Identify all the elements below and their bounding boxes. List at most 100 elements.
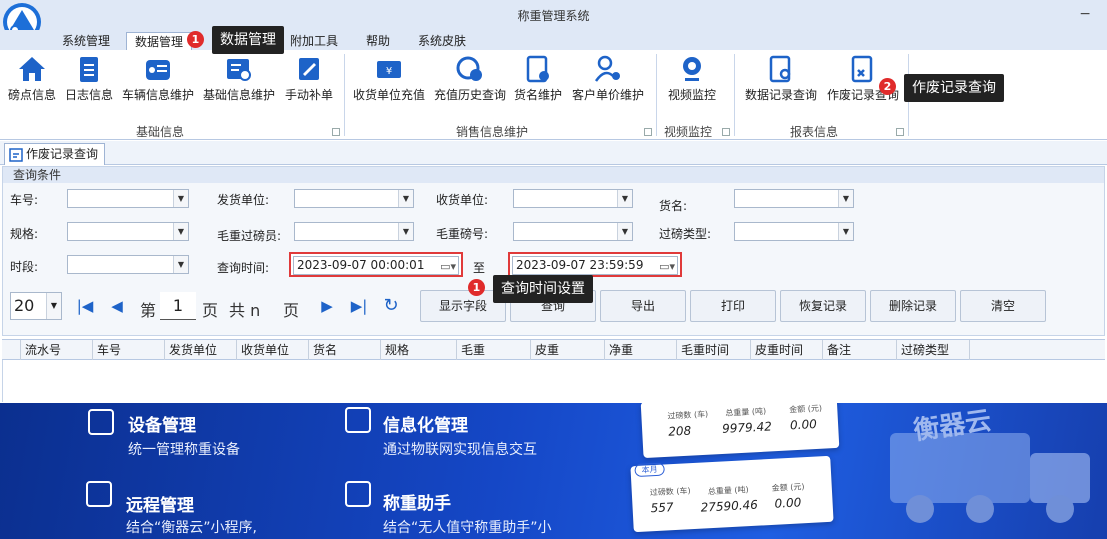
end-time-picker[interactable]: 2023-09-07 23:59:59 ▭▾ [512,256,678,275]
menu-tab-help[interactable]: 帮助 [358,32,398,50]
weigh-type-select[interactable]: ▼ [734,222,854,241]
column-header[interactable]: 毛重时间 [676,340,750,360]
chevron-down-icon: ▼ [617,223,632,240]
goods-select[interactable]: ▼ [734,189,854,208]
column-header[interactable]: 毛重 [456,340,530,360]
spec-label: 规格: [10,227,39,241]
sender-select[interactable]: ▼ [294,189,414,208]
refresh-icon[interactable]: ↻ [376,292,406,320]
menu-bar: 系统管理 数据管理 附加工具 帮助 系统皮肤 [0,30,1107,50]
ribbon-button-manual-add[interactable]: 手动补单 [282,54,336,103]
document-tab-void-query[interactable]: 作废记录查询 [4,143,106,165]
to-label: 至 [473,261,486,275]
step-badge: 2 [879,78,896,95]
menu-tab-tools[interactable]: 附加工具 [282,32,346,50]
minimize-button[interactable]: − [1079,6,1091,22]
chevron-down-icon: ▼ [173,190,188,207]
chevron-down-icon: ▼ [398,190,413,207]
plate-select[interactable]: ▼ [67,189,189,208]
column-header[interactable]: 发货单位 [164,340,236,360]
feature-title: 称重助手 [383,494,451,514]
start-time-picker[interactable]: 2023-09-07 00:00:01 ▭▾ [293,256,459,275]
chevron-down-icon: ▼ [173,256,188,273]
grid-body [2,360,1105,402]
page-number-input[interactable]: 1 [160,292,196,320]
goods-label: 货名: [659,199,688,213]
chevron-down-icon: ▼ [838,223,853,240]
last-page-icon[interactable]: ▶| [344,292,374,320]
ribbon-button-video[interactable]: 视频监控 [662,54,722,103]
gross-scale-select[interactable]: ▼ [513,222,633,241]
device-icon [88,409,114,435]
group-launcher-icon[interactable] [332,128,340,136]
start-time-highlight: 2023-09-07 00:00:01 ▭▾ [289,252,463,277]
column-header[interactable]: 皮重时间 [750,340,822,360]
clear-button[interactable]: 清空 [960,290,1046,322]
doc-gear-icon [526,55,549,83]
home-icon [19,57,45,81]
stats-card-today: 过磅数 (车) 总重量 (吨) 金额 (元) 208 9979.42 0.00 [640,403,840,459]
menu-tab-data[interactable]: 数据管理 [126,32,193,50]
receiver-select[interactable]: ▼ [513,189,633,208]
grid-header: 流水号 车号 发货单位 收货单位 货名 规格 毛重 皮重 净重 毛重时间 皮重时… [2,339,1105,360]
first-page-icon[interactable]: |◀ [70,292,100,320]
column-header[interactable]: 皮重 [530,340,604,360]
end-time-highlight: 2023-09-07 23:59:59 ▭▾ [508,252,682,277]
column-header[interactable]: 规格 [380,340,456,360]
ribbon-button-price-maintain[interactable]: 客户单价维护 [570,54,646,103]
column-header[interactable]: 过磅类型 [896,340,970,360]
webcam-icon [683,57,701,81]
ribbon-group-video: 视频监控 [664,125,713,139]
feature-title: 信息化管理 [383,416,468,436]
ribbon-button-scale-info[interactable]: 磅点信息 [6,54,58,103]
gross-scale-label: 毛重磅号: [436,227,489,241]
column-header[interactable]: 车号 [92,340,164,360]
print-button[interactable]: 打印 [690,290,776,322]
calendar-icon[interactable]: ▭▾ [440,258,456,275]
menu-tab-system[interactable]: 系统管理 [54,32,118,50]
ribbon-button-log-info[interactable]: 日志信息 [62,54,116,103]
promo-banner: 设备管理 统一管理称重设备 信息化管理 通过物联网实现信息交互 远程管理 结合“… [0,403,1107,539]
menu-tab-skin[interactable]: 系统皮肤 [410,32,474,50]
ribbon-group-sales: 销售信息维护 [456,125,529,139]
ribbon-button-basic-maintain[interactable]: 基础信息维护 [200,54,278,103]
column-header[interactable]: 收货单位 [236,340,308,360]
sender-label: 发货单位: [217,193,270,207]
ribbon-button-recharge-history[interactable]: 充值历史查询 [432,54,508,103]
group-separator [344,54,345,136]
next-page-icon[interactable]: ▶ [312,292,342,320]
gross-operator-select[interactable]: ▼ [294,222,414,241]
step-badge: 1 [468,279,485,296]
tooltip-data-management: 数据管理 [212,26,284,54]
column-header[interactable]: 净重 [604,340,676,360]
restore-record-button[interactable]: 恢复记录 [780,290,866,322]
doc-search-icon [769,55,791,83]
tooltip-void-query: 作废记录查询 [904,74,1004,102]
edit-list-icon [227,59,251,81]
ribbon-button-goods-maintain[interactable]: 货名维护 [512,54,564,103]
group-launcher-icon[interactable] [644,128,652,136]
app-title: 称重管理系统 [517,9,590,23]
delete-record-button[interactable]: 删除记录 [870,290,956,322]
group-launcher-icon[interactable] [722,128,730,136]
spec-select[interactable]: ▼ [67,222,189,241]
yuan-clock-icon [456,56,482,81]
ribbon-button-vehicle-maintain[interactable]: 车辆信息维护 [120,54,196,103]
export-button[interactable]: 导出 [600,290,686,322]
column-header[interactable]: 流水号 [20,340,92,360]
prev-page-icon[interactable]: ◀ [102,292,132,320]
title-bar: 称重管理系统 − [0,0,1107,41]
feature-desc: 通过物联网实现信息交互 [383,442,537,458]
assistant-icon [345,481,371,507]
total-suffix: 页 [283,301,300,320]
group-launcher-icon[interactable] [896,128,904,136]
page-size-select[interactable]: 20 ▼ [10,292,62,320]
column-header[interactable]: 备注 [822,340,896,360]
doc-cancel-icon [9,147,23,162]
period-select[interactable]: ▼ [67,255,189,274]
column-header[interactable]: 货名 [308,340,380,360]
ribbon-button-recharge[interactable]: ¥ 收货单位充值 [350,54,428,103]
receiver-label: 收货单位: [436,193,489,207]
ribbon-button-data-query[interactable]: 数据记录查询 [742,54,820,103]
calendar-icon[interactable]: ▭▾ [659,258,675,275]
